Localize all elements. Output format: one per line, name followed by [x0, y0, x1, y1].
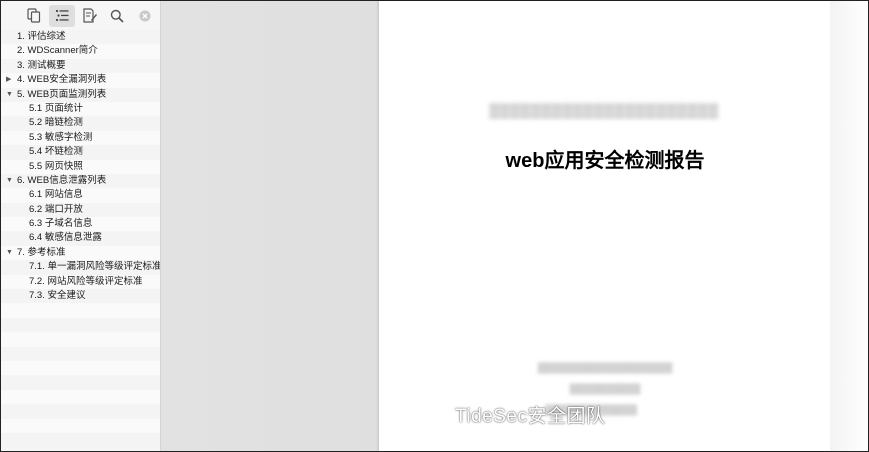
- outline-empty-row: [1, 317, 160, 333]
- outline-item-label: 6.2 端口开放: [29, 203, 83, 215]
- document-page: ▒▒▒▒▒▒▒▒▒▒▒▒▒▒▒▒▒▒▒▒▒▒ web应用安全检测报告 ▒▒▒▒▒…: [379, 1, 831, 451]
- document-title: web应用安全检测报告: [505, 150, 705, 172]
- outline-item-label: 5.1 页面统计: [29, 102, 83, 114]
- watermark-text: TideSec安全团队: [455, 406, 606, 427]
- sidebar: 1. 评估综述 2. WDScanner简介 3. 测试概要 ▶ 4. WEB安全漏洞列…: [1, 1, 161, 451]
- outline-item-label: 7.2. 网站风险等级评定标准: [29, 275, 143, 287]
- outline-list: 1. 评估综述 2. WDScanner简介 3. 测试概要 ▶ 4. WEB安全漏洞列…: [1, 30, 160, 451]
- outline-empty-row: [1, 375, 160, 390]
- thumbnails-button[interactable]: [21, 5, 47, 27]
- outline-item-label: 1. 评估综述: [17, 31, 66, 42]
- outline-item-label: 6.4 敏感信息泄露: [29, 232, 102, 244]
- wechat-icon: [423, 404, 449, 424]
- disclosure-open-icon[interactable]: ▼: [6, 174, 13, 188]
- outline-item[interactable]: 5.4 坏链检测: [1, 145, 160, 160]
- scroll-area[interactable]: [830, 1, 868, 451]
- thumbnails-icon: [27, 8, 40, 23]
- outline-item[interactable]: 6.1 网站信息: [1, 188, 160, 203]
- app-window: 1. 评估综述 2. WDScanner简介 3. 测试概要 ▶ 4. WEB安全漏洞列…: [0, 0, 869, 452]
- outline-item-label: 6. WEB信息泄露列表: [17, 174, 107, 186]
- redacted-url: ▒▒▒▒▒▒▒▒▒▒▒▒▒▒▒▒▒▒▒▒▒▒: [489, 102, 719, 118]
- outline-item[interactable]: 5.2 暗链检测: [1, 116, 160, 131]
- document-viewer[interactable]: ▒▒▒▒▒▒▒▒▒▒▒▒▒▒▒▒▒▒▒▒▒▒ web应用安全检测报告 ▒▒▒▒▒…: [161, 1, 868, 451]
- outline-item-label: 6.1 网站信息: [29, 189, 83, 201]
- outline-item-label: 5. WEB页面监测列表: [17, 88, 107, 100]
- outline-empty-row: [1, 360, 160, 376]
- outline-item-label: 6.3 子域名信息: [29, 218, 93, 230]
- outline-item-label: 2. WDScanner简介: [17, 45, 98, 57]
- outline-item[interactable]: 7.1. 单一漏洞风险等级评定标准: [1, 260, 160, 275]
- annotations-icon: [83, 8, 97, 23]
- outline-item-label: 5.5 网页快照: [29, 160, 83, 172]
- outline-item-label: 7.1. 单一漏洞风险等级评定标准: [29, 261, 160, 273]
- outline-item[interactable]: 6.3 子域名信息: [1, 217, 160, 232]
- outline-empty-row: [1, 346, 160, 361]
- redacted-line: ▒▒▒▒▒▒▒▒▒▒: [569, 384, 641, 395]
- outline-item-label: 7.3. 安全建议: [29, 290, 86, 302]
- disclosure-open-icon[interactable]: ▼: [6, 246, 13, 260]
- outline-item[interactable]: 7.3. 安全建议: [1, 289, 160, 304]
- redacted-line: ▒▒▒▒▒▒▒▒▒▒▒▒▒▒▒▒▒▒▒: [537, 363, 673, 374]
- outline-item[interactable]: ▼ 6. WEB信息泄露列表: [1, 173, 160, 189]
- outline-empty-row: [1, 303, 160, 318]
- outline-item[interactable]: 1. 评估综述: [1, 30, 160, 45]
- outline-item[interactable]: 2. WDScanner简介: [1, 44, 160, 59]
- outline-icon: [55, 9, 69, 22]
- outline-item[interactable]: 5.3 敏感字检测: [1, 130, 160, 146]
- outline-item[interactable]: ▼ 7. 参考标准: [1, 245, 160, 261]
- close-button[interactable]: [132, 5, 158, 27]
- outline-empty-row: [1, 332, 160, 347]
- search-icon: [111, 9, 124, 23]
- disclosure-closed-icon[interactable]: ▶: [6, 73, 11, 87]
- outline-item-label: 3. 测试概要: [17, 59, 66, 71]
- outline-item-label: 5.3 敏感字检测: [29, 131, 93, 143]
- outline-button[interactable]: [48, 4, 75, 27]
- outline-item[interactable]: 6.2 端口开放: [1, 202, 160, 218]
- outline-item[interactable]: ▼ 5. WEB页面监测列表: [1, 87, 160, 102]
- outline-empty-row: [1, 404, 160, 419]
- outline-item[interactable]: 7.2. 网站风险等级评定标准: [1, 274, 160, 290]
- outline-item-label: 7. 参考标准: [17, 246, 66, 258]
- search-button[interactable]: [104, 5, 130, 27]
- outline-item[interactable]: 5.1 页面统计: [1, 101, 160, 117]
- outline-empty-row: [1, 418, 160, 433]
- sidebar-toolbar: [1, 1, 160, 30]
- outline-item-label: 5.2 暗链检测: [29, 117, 83, 129]
- outline-item-label: 5.4 坏链检测: [29, 146, 83, 158]
- annotations-button[interactable]: [77, 5, 103, 27]
- outline-item[interactable]: 5.5 网页快照: [1, 159, 160, 174]
- outline-item[interactable]: ▶ 4. WEB安全漏洞列表: [1, 73, 160, 88]
- disclosure-open-icon[interactable]: ▼: [6, 88, 13, 102]
- outline-empty-row: [1, 432, 160, 448]
- close-icon: [139, 10, 151, 21]
- outline-item[interactable]: 6.4 敏感信息泄露: [1, 231, 160, 246]
- outline-empty-row: [1, 389, 160, 405]
- watermark: TideSec安全团队: [423, 401, 606, 428]
- outline-item[interactable]: 3. 测试概要: [1, 58, 160, 74]
- outline-item-label: 4. WEB安全漏洞列表: [17, 74, 107, 86]
